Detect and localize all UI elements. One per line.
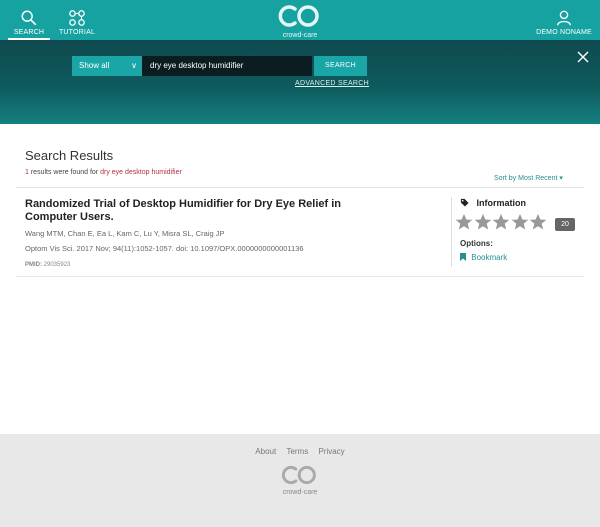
results-heading: Search Results [25, 148, 114, 163]
bookmark-icon [460, 253, 466, 261]
crowd-care-logo-icon [281, 465, 316, 485]
sort-dropdown[interactable]: Sort by Most Recent ▾ [494, 174, 563, 182]
result-authors: Wang MTM, Chan E, Ea L, Kam C, Lu Y, Mis… [25, 229, 225, 238]
user-icon [557, 10, 571, 26]
close-icon[interactable] [576, 50, 590, 64]
pmid-label: PMID: [25, 262, 42, 268]
chevron-down-icon: ∨ [131, 61, 137, 70]
result-citation: Optom Vis Sci. 2017 Nov; 94(11):1052-105… [25, 244, 304, 253]
star-icon[interactable] [511, 213, 529, 231]
info-divider [451, 197, 452, 267]
info-heading: Information [460, 198, 526, 208]
divider [16, 276, 584, 277]
nav-tutorial[interactable]: TUTORIAL [56, 0, 98, 40]
star-rating[interactable] [455, 213, 548, 233]
bookmark-label: Bookmark [471, 253, 508, 262]
divider [16, 187, 584, 188]
star-icon[interactable] [455, 213, 473, 231]
brand-logo[interactable]: crowd-care [272, 3, 328, 39]
search-panel: Show all ∨ SEARCH ADVANCED SEARCH [0, 40, 600, 124]
nav-tutorial-label: TUTORIAL [58, 29, 96, 36]
crowd-care-logo-icon [278, 5, 319, 27]
search-input[interactable] [142, 56, 312, 76]
results-count-text: results were found for [28, 169, 101, 176]
tag-icon [460, 198, 469, 207]
results-query-echo: dry eye desktop humidifier [100, 169, 182, 176]
footer-link-privacy[interactable]: Privacy [318, 447, 344, 456]
nav-search-label: SEARCH [13, 29, 45, 36]
search-button[interactable]: SEARCH [314, 56, 367, 76]
result-title-link[interactable]: Randomized Trial of Desktop Humidifier f… [25, 198, 365, 224]
star-icon[interactable] [529, 213, 547, 231]
bookmark-button[interactable]: Bookmark [460, 253, 507, 262]
footer-brand-name: crowd-care [282, 489, 318, 496]
search-icon [21, 10, 37, 26]
search-scope-select[interactable]: Show all ∨ [72, 56, 142, 76]
nav-user[interactable]: DEMO NONAME [532, 0, 596, 40]
pmid-value: 29035923 [43, 262, 71, 268]
footer-links: About Terms Privacy [0, 447, 600, 456]
results-count-line: 1 results were found for dry eye desktop… [25, 169, 182, 176]
nav-user-label: DEMO NONAME [536, 29, 592, 36]
star-icon[interactable] [492, 213, 510, 231]
brand-name: crowd-care [282, 32, 318, 39]
top-nav: SEARCH TUTORIAL crowd-care DEMO NONAME [0, 0, 600, 40]
caret-down-icon: ▾ [559, 175, 563, 182]
footer-link-about[interactable]: About [255, 447, 276, 456]
info-label: Information [476, 198, 527, 208]
advanced-search-link[interactable]: ADVANCED SEARCH [295, 80, 369, 87]
result-pmid: PMID: 29035923 [25, 262, 70, 268]
search-scope-value: Show all [79, 61, 110, 70]
options-label: Options: [460, 239, 493, 248]
footer-link-terms[interactable]: Terms [286, 447, 308, 456]
footer-logo: crowd-care [276, 464, 324, 496]
nav-search[interactable]: SEARCH [8, 0, 50, 40]
sort-label: Sort by Most Recent [494, 175, 558, 182]
tutorial-icon [69, 10, 85, 26]
footer: About Terms Privacy crowd-care [0, 434, 600, 527]
star-icon[interactable] [474, 213, 492, 231]
rating-count-badge: 20 [555, 218, 575, 231]
